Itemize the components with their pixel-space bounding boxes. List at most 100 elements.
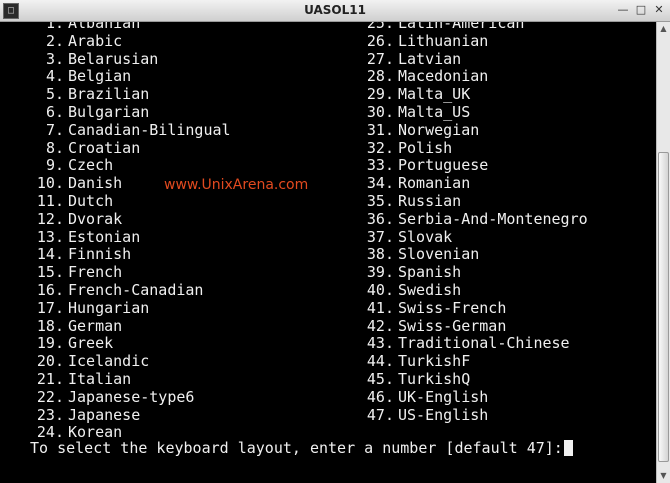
terminal-output[interactable]: 1. Albanian 2. Arabic 3. Belarusian 4. Belgian 5… <box>0 22 656 483</box>
layout-name: Czech <box>68 156 114 175</box>
text-cursor <box>563 440 573 456</box>
layout-option: 31. Norwegian <box>360 120 588 140</box>
layout-name: Latin-American <box>398 22 525 32</box>
scrollbar-thumb[interactable] <box>658 152 669 462</box>
terminal-window: □ UASOL11 — □ ✕ 1. Albanian 2. Arabic 3. Bela… <box>0 0 670 483</box>
layout-name: Swedish <box>398 280 462 299</box>
maximize-icon[interactable]: □ <box>634 3 648 17</box>
layout-option: 7. Canadian-Bilingual <box>30 120 231 140</box>
layout-number: 2. <box>45 31 64 50</box>
layout-option: 40. Swedish <box>360 280 588 300</box>
layout-name: Portuguese <box>398 156 489 175</box>
layout-number: 23. <box>36 405 64 424</box>
layout-option: 42. Swiss-German <box>360 317 588 336</box>
layout-name: Japanese <box>68 405 141 424</box>
layout-option: 35. Russian <box>360 191 588 211</box>
layout-list-left: 1. Albanian 2. Arabic 3. Belarusian 4. Belgian 5… <box>30 22 231 442</box>
layout-number: 43. <box>366 334 394 353</box>
prompt-line[interactable]: To select the keyboard layout, enter a n… <box>30 439 573 458</box>
arrow-up-icon[interactable]: ▲ <box>657 22 670 36</box>
layout-name: Slovak <box>398 227 453 246</box>
layout-number: 14. <box>36 245 64 264</box>
layout-option: 18. German <box>30 316 231 336</box>
layout-option: 20. Icelandic <box>30 352 231 371</box>
layout-name: Icelandic <box>68 352 150 371</box>
layout-name: Latvian <box>398 49 462 68</box>
layout-number: 18. <box>36 316 64 335</box>
layout-option: 33. Portuguese <box>360 156 588 175</box>
layout-number: 36. <box>366 209 394 228</box>
layout-option: 41. Swiss-French <box>360 298 588 318</box>
layout-option: 27. Latvian <box>360 49 588 69</box>
layout-option: 21. Italian <box>30 369 231 389</box>
layout-number: 27. <box>366 49 394 68</box>
layout-number: 30. <box>366 102 394 121</box>
layout-option: 14. Finnish <box>30 245 231 264</box>
layout-number: 6. <box>45 102 64 121</box>
layout-number: 26. <box>366 31 394 50</box>
layout-option: 3. Belarusian <box>30 50 231 69</box>
layout-option: 9. Czech <box>30 156 231 175</box>
layout-name: Serbia-And-Montenegro <box>398 209 588 228</box>
layout-name: Greek <box>68 334 114 353</box>
layout-name: Albanian <box>68 22 141 32</box>
layout-name: French <box>68 263 123 282</box>
layout-option: 47. US-English <box>360 405 588 425</box>
layout-number: 5. <box>45 85 64 104</box>
layout-number: 37. <box>366 227 394 246</box>
layout-option: 36. Serbia-And-Montenegro <box>360 209 588 229</box>
layout-name: Brazilian <box>68 85 150 104</box>
layout-option: 44. TurkishF <box>360 352 588 371</box>
layout-name: German <box>68 316 123 335</box>
layout-option: 6. Bulgarian <box>30 102 231 122</box>
layout-option: 15. French <box>30 263 231 282</box>
layout-name: Italian <box>68 369 132 388</box>
layout-name: Bulgarian <box>68 102 150 121</box>
window-title: UASOL11 <box>304 3 366 17</box>
layout-option: 11. Dutch <box>30 191 231 211</box>
layout-option: 4. Belgian <box>30 67 231 86</box>
layout-option: 38. Slovenian <box>360 245 588 264</box>
layout-name: Norwegian <box>398 120 480 139</box>
layout-number: 44. <box>366 352 394 371</box>
layout-number: 20. <box>36 352 64 371</box>
layout-number: 38. <box>366 245 394 264</box>
layout-name: Polish <box>398 138 453 157</box>
layout-option: 22. Japanese-type6 <box>30 388 231 407</box>
layout-option: 30. Malta_US <box>360 102 588 122</box>
arrow-down-icon[interactable]: ▼ <box>657 469 670 483</box>
layout-name: Canadian-Bilingual <box>68 120 231 139</box>
layout-number: 33. <box>366 156 394 175</box>
layout-option: 32. Polish <box>360 138 588 158</box>
layout-number: 17. <box>36 298 64 317</box>
prompt-text: To select the keyboard layout, enter a n… <box>30 439 563 457</box>
close-icon[interactable]: ✕ <box>652 3 666 17</box>
layout-name: TurkishF <box>398 352 471 371</box>
layout-option: 23. Japanese <box>30 405 231 425</box>
layout-name: Slovenian <box>398 245 480 264</box>
layout-number: 28. <box>366 67 394 86</box>
layout-name: Estonian <box>68 227 141 246</box>
minimize-icon[interactable]: — <box>616 3 630 17</box>
layout-name: Swiss-French <box>398 298 507 317</box>
layout-option: 2. Arabic <box>30 31 231 51</box>
layout-option: 26. Lithuanian <box>360 31 588 51</box>
layout-number: 34. <box>366 174 394 193</box>
layout-number: 19. <box>36 334 64 353</box>
layout-number: 15. <box>36 263 64 282</box>
layout-number: 7. <box>45 120 64 139</box>
layout-name: Russian <box>398 191 462 210</box>
layout-number: 47. <box>366 405 394 424</box>
watermark: www.UnixArena.com <box>164 177 309 193</box>
layout-number: 4. <box>45 67 64 86</box>
title-bar[interactable]: □ UASOL11 — □ ✕ <box>0 0 670 22</box>
layout-option: 5. Brazilian <box>30 85 231 104</box>
layout-number: 12. <box>36 209 64 228</box>
layout-name: Dutch <box>68 191 114 210</box>
layout-list-right: 25. Latin-American 26. Lithuanian 27. Latvian… <box>360 22 588 424</box>
layout-number: 39. <box>366 263 394 282</box>
vertical-scrollbar[interactable]: ▲ ▼ <box>656 22 670 483</box>
layout-name: Arabic <box>68 31 123 50</box>
layout-name: Belgian <box>68 67 132 86</box>
layout-name: Lithuanian <box>398 31 489 50</box>
